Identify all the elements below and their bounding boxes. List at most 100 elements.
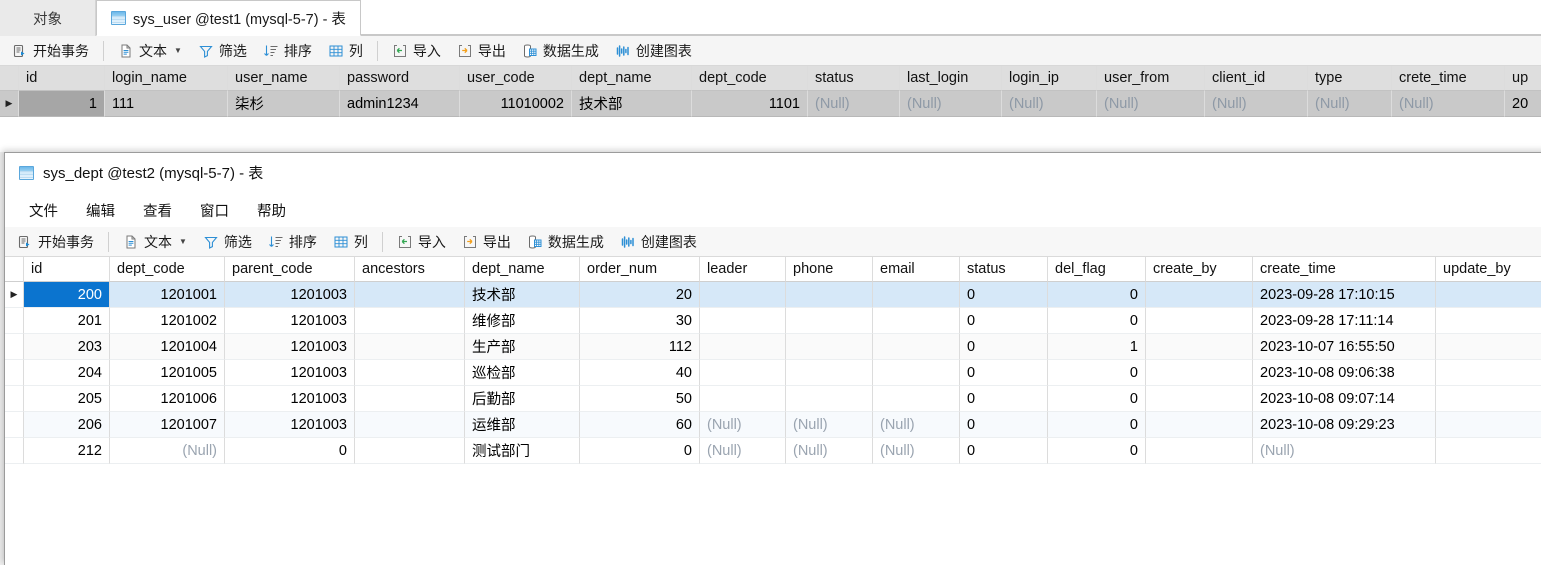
cell-ancestors[interactable]	[355, 386, 465, 412]
cell-status[interactable]: 0	[960, 412, 1048, 438]
cell-id[interactable]: 205	[24, 386, 110, 412]
menu-item-0[interactable]: 文件	[15, 197, 72, 224]
cell-ancestors[interactable]	[355, 308, 465, 334]
cell-update_by[interactable]	[1436, 386, 1541, 412]
cell-create_by[interactable]	[1146, 438, 1253, 464]
cell-parent_code[interactable]: 0	[225, 438, 355, 464]
table-row[interactable]: 206 1201007 1201003 运维部 60 (Null) (Null) (Null)…	[5, 412, 1541, 438]
cell-dept_name[interactable]: 技术部	[465, 282, 580, 308]
cell-create_time[interactable]: 2023-10-08 09:29:23	[1253, 412, 1436, 438]
row-gutter[interactable]	[5, 386, 24, 412]
cell-del_flag[interactable]: 0	[1048, 308, 1146, 334]
sort-button[interactable]: 排序	[255, 39, 320, 63]
cell-status[interactable]: 0	[960, 334, 1048, 360]
cell-client_id[interactable]: (Null)	[1205, 91, 1308, 117]
cell-create_time[interactable]: 2023-10-08 09:06:38	[1253, 360, 1436, 386]
column-header-leader[interactable]: leader	[700, 257, 786, 282]
cell-status[interactable]: 0	[960, 308, 1048, 334]
current-row-marker-icon[interactable]: ▶	[0, 91, 19, 117]
column-header-id[interactable]: id	[19, 66, 105, 91]
cell-id[interactable]: 212	[24, 438, 110, 464]
cell-phone[interactable]	[786, 334, 873, 360]
cell-del_flag[interactable]: 0	[1048, 386, 1146, 412]
cell-dept_code[interactable]: 1201004	[110, 334, 225, 360]
cell-order_num[interactable]: 112	[580, 334, 700, 360]
cell-leader[interactable]: (Null)	[700, 412, 786, 438]
cell-phone[interactable]	[786, 308, 873, 334]
cell-password[interactable]: admin1234	[340, 91, 460, 117]
table-row[interactable]: 204 1201005 1201003 巡检部 40 0 0 2023-10-08 09:06…	[5, 360, 1541, 386]
cell-dept_name[interactable]: 技术部	[572, 91, 692, 117]
column-header-id[interactable]: id	[24, 257, 110, 282]
column-header-dept_name[interactable]: dept_name	[465, 257, 580, 282]
cell-email[interactable]: (Null)	[873, 438, 960, 464]
cell-status[interactable]: 0	[960, 360, 1048, 386]
column-header-create_by[interactable]: create_by	[1146, 257, 1253, 282]
cell-del_flag[interactable]: 0	[1048, 282, 1146, 308]
export-button[interactable]: 导出	[449, 39, 514, 63]
cell-last_login[interactable]: (Null)	[900, 91, 1002, 117]
cell-user_from[interactable]: (Null)	[1097, 91, 1205, 117]
cell-ancestors[interactable]	[355, 412, 465, 438]
cell-del_flag[interactable]: 0	[1048, 360, 1146, 386]
foreground-window-sys-dept[interactable]: sys_dept @test2 (mysql-5-7) - 表 文件 编辑 查看 窗口…	[4, 152, 1541, 565]
create-chart-button[interactable]: 创建图表	[607, 39, 700, 63]
cell-phone[interactable]	[786, 282, 873, 308]
cell-id[interactable]: 200	[24, 282, 110, 308]
export-button[interactable]: 导出	[454, 230, 519, 254]
row-gutter[interactable]	[5, 308, 24, 334]
cell-status[interactable]: (Null)	[808, 91, 900, 117]
cell-login_name[interactable]: 111	[105, 91, 228, 117]
column-header-phone[interactable]: phone	[786, 257, 873, 282]
cell-order_num[interactable]: 20	[580, 282, 700, 308]
column-header-order_num[interactable]: order_num	[580, 257, 700, 282]
column-header-login_ip[interactable]: login_ip	[1002, 66, 1097, 91]
column-header-update_by[interactable]: update_by	[1436, 257, 1541, 282]
tab-objects[interactable]: 对象	[0, 0, 96, 36]
cell-parent_code[interactable]: 1201003	[225, 282, 355, 308]
cell-parent_code[interactable]: 1201003	[225, 386, 355, 412]
cell-crete_time[interactable]: (Null)	[1392, 91, 1505, 117]
cell-create_time[interactable]: 2023-09-28 17:11:14	[1253, 308, 1436, 334]
cell-id[interactable]: 206	[24, 412, 110, 438]
cell-phone[interactable]: (Null)	[786, 412, 873, 438]
table-row[interactable]: 201 1201002 1201003 维修部 30 0 0 2023-09-28 17:11…	[5, 308, 1541, 334]
cell-create_by[interactable]	[1146, 334, 1253, 360]
cell-dept_code[interactable]: 1201002	[110, 308, 225, 334]
column-header-parent_code[interactable]: parent_code	[225, 257, 355, 282]
menu-item-4[interactable]: 帮助	[243, 197, 300, 224]
data-generate-button[interactable]: 数据生成	[519, 230, 612, 254]
cell-create_by[interactable]	[1146, 412, 1253, 438]
cell-dept_name[interactable]: 运维部	[465, 412, 580, 438]
column-header-last_login[interactable]: last_login	[900, 66, 1002, 91]
column-header-type[interactable]: type	[1308, 66, 1392, 91]
cell-phone[interactable]: (Null)	[786, 438, 873, 464]
filter-button[interactable]: 筛选	[195, 230, 260, 254]
column-header-user_from[interactable]: user_from	[1097, 66, 1205, 91]
cell-id[interactable]: 201	[24, 308, 110, 334]
cell-email[interactable]: (Null)	[873, 412, 960, 438]
cell-dept_code[interactable]: (Null)	[110, 438, 225, 464]
column-header-email[interactable]: email	[873, 257, 960, 282]
cell-up[interactable]: 20	[1505, 91, 1541, 117]
row-gutter[interactable]	[5, 438, 24, 464]
cell-ancestors[interactable]	[355, 334, 465, 360]
create-chart-button[interactable]: 创建图表	[612, 230, 705, 254]
cell-dept_name[interactable]: 巡检部	[465, 360, 580, 386]
cell-create_by[interactable]	[1146, 282, 1253, 308]
cell-dept_code[interactable]: 1201006	[110, 386, 225, 412]
row-gutter[interactable]	[5, 412, 24, 438]
chevron-down-icon[interactable]: ▼	[174, 46, 182, 55]
column-header-client_id[interactable]: client_id	[1205, 66, 1308, 91]
begin-transaction-button[interactable]: 开始事务	[9, 230, 102, 254]
table-row[interactable]: 205 1201006 1201003 后勤部 50 0 0 2023-10-08 09:07…	[5, 386, 1541, 412]
cell-email[interactable]	[873, 308, 960, 334]
cell-update_by[interactable]	[1436, 282, 1541, 308]
cell-create_time[interactable]: (Null)	[1253, 438, 1436, 464]
cell-leader[interactable]	[700, 386, 786, 412]
cell-id[interactable]: 203	[24, 334, 110, 360]
cell-id[interactable]: 204	[24, 360, 110, 386]
tab-sys-user[interactable]: sys_user @test1 (mysql-5-7) - 表	[96, 0, 361, 36]
cell-type[interactable]: (Null)	[1308, 91, 1392, 117]
menu-item-3[interactable]: 窗口	[186, 197, 243, 224]
